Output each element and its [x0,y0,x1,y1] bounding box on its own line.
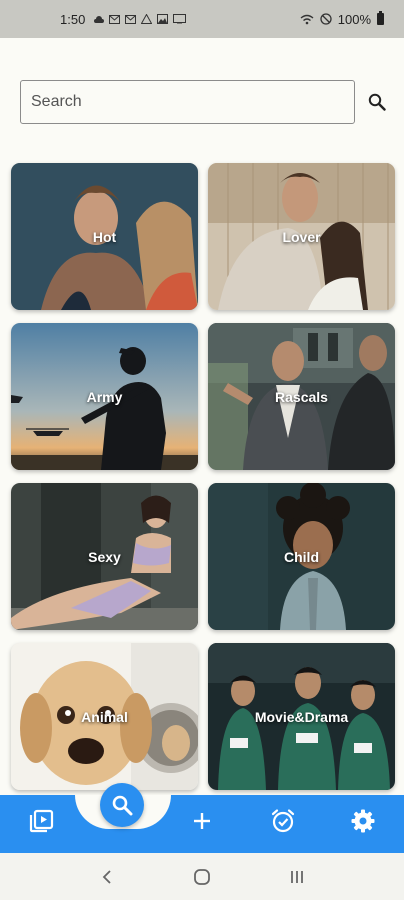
search-row [20,80,390,124]
nav-settings-button[interactable] [348,806,378,836]
nav-search-button[interactable] [100,783,144,827]
category-card-army[interactable]: Army [11,323,198,470]
category-label: Sexy [88,548,121,565]
category-label: Movie&Drama [254,708,349,725]
nav-video-library-button[interactable] [26,806,56,836]
back-icon [103,869,111,884]
search-input[interactable] [20,80,355,124]
category-label: Hot [92,228,117,245]
category-card-movie-drama[interactable]: Movie&Drama [208,643,395,790]
system-home-button[interactable] [187,862,217,892]
category-grid: Hot Lover Army Rascals Sexy Child Animal… [11,163,395,790]
home-icon [194,868,210,885]
mail-icon [109,14,121,24]
search-icon [112,795,133,816]
battery-percent: 100% [337,11,371,27]
status-right: 100% [300,11,384,27]
nav-add-button[interactable] [187,806,217,836]
system-recents-button[interactable] [282,862,312,892]
video-library-icon [29,809,54,833]
wifi-icon [300,14,314,24]
add-icon [194,813,210,829]
status-bar: 1:50 100% [0,0,404,38]
warning-icon [141,14,153,24]
cloud-icon [94,15,105,23]
category-label: Rascals [275,388,328,405]
settings-icon [351,809,375,833]
nav-alarm-button[interactable] [268,806,298,836]
system-back-button[interactable] [92,862,122,892]
alarm-icon [271,809,295,833]
category-label: Animal [81,708,128,725]
category-card-child[interactable]: Child [208,483,395,630]
battery-icon [377,11,384,25]
notification-icons [93,14,187,24]
category-label: Child [284,548,319,565]
category-card-animal[interactable]: Animal [11,643,198,790]
search-button[interactable] [367,92,387,112]
search-icon [368,93,386,111]
status-time: 1:50 [60,11,86,27]
mail-icon [125,14,137,24]
do-not-disturb-icon [320,13,332,25]
image-icon [157,14,169,24]
category-label: Lover [282,228,321,245]
system-nav-bar [0,853,404,900]
category-card-rascals[interactable]: Rascals [208,323,395,470]
recents-icon [290,870,303,883]
cast-icon [173,14,187,24]
category-card-lover[interactable]: Lover [208,163,395,310]
category-card-hot[interactable]: Hot [11,163,198,310]
category-label: Army [86,388,123,405]
category-card-sexy[interactable]: Sexy [11,483,198,630]
